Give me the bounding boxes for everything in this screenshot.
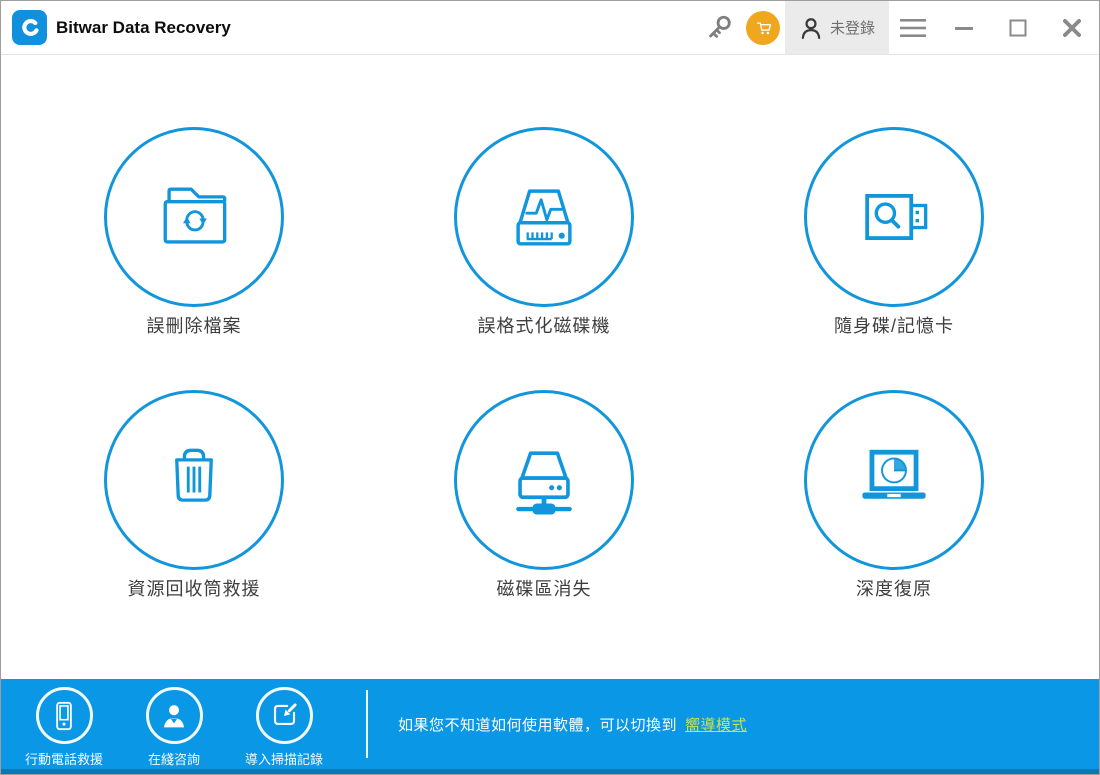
feature-recycle-bin[interactable]: 資源回收筒救援: [104, 390, 284, 602]
feature-label: 隨身碟/記憶卡: [833, 316, 954, 336]
action-import-scan[interactable]: 導入掃描記錄: [229, 687, 339, 768]
footer-divider: [366, 690, 368, 758]
app-title: Bitwar Data Recovery: [56, 17, 231, 37]
hamburger-icon[interactable]: [889, 1, 937, 54]
user-icon: [801, 17, 821, 39]
feature-formatted-drive[interactable]: 誤格式化磁碟機: [454, 127, 634, 339]
wizard-mode-link[interactable]: 嚮導模式: [685, 714, 747, 735]
laptop-pie-icon: [804, 390, 984, 570]
action-online-support[interactable]: 在綫咨詢: [119, 687, 229, 768]
action-mobile-rescue[interactable]: 行動電話救援: [9, 687, 119, 768]
footer-hint: 如果您不知道如何使用軟體，可以切換到 嚮導模式: [398, 679, 747, 769]
hint-text: 如果您不知道如何使用軟體，可以切換到: [398, 716, 678, 734]
action-label: 行動電話救援: [24, 752, 103, 767]
support-person-icon: [145, 687, 203, 744]
action-label: 導入掃描記錄: [244, 752, 323, 767]
feature-usb-memory-card[interactable]: 隨身碟/記憶卡: [804, 127, 984, 339]
folder-recycle-icon: [104, 127, 284, 307]
import-scan-icon: [255, 687, 313, 744]
maximize-icon[interactable]: [991, 1, 1045, 54]
trash-icon: [104, 390, 284, 570]
feature-label: 誤格式化磁碟機: [477, 316, 611, 336]
usb-search-icon: [804, 127, 984, 307]
feature-deleted-files[interactable]: 誤刪除檔案: [104, 127, 284, 339]
cart-circle: [746, 10, 780, 45]
login-button[interactable]: 未登錄: [785, 1, 889, 54]
key-icon[interactable]: [697, 1, 741, 54]
feature-label: 磁碟區消失: [496, 579, 592, 599]
action-label: 在綫咨詢: [147, 752, 200, 767]
feature-label: 資源回收筒救援: [127, 579, 261, 599]
feature-lost-partition[interactable]: 磁碟區消失: [454, 390, 634, 602]
titlebar: Bitwar Data Recovery 未登錄: [1, 1, 1099, 55]
app-logo-icon: [12, 10, 47, 45]
app-window: Bitwar Data Recovery 未登錄 誤刪除檔案 誤格式化磁碟機 隨…: [0, 0, 1100, 775]
close-icon[interactable]: [1045, 1, 1099, 54]
feature-label: 深度復原: [856, 579, 932, 599]
drive-network-icon: [454, 390, 634, 570]
feature-deep-recovery[interactable]: 深度復原: [804, 390, 984, 602]
minimize-icon[interactable]: [937, 1, 991, 54]
drive-pulse-icon: [454, 127, 634, 307]
recovery-mode-grid: 誤刪除檔案 誤格式化磁碟機 隨身碟/記憶卡 資源回收筒救援 磁碟區消失 深度復原: [1, 55, 1099, 680]
feature-label: 誤刪除檔案: [146, 316, 242, 336]
cart-icon[interactable]: [741, 1, 785, 54]
footer-bar: 行動電話救援 在綫咨詢 導入掃描記錄 如果您不知道如何使用軟體，可以切換到 嚮導…: [1, 679, 1099, 774]
login-status-label: 未登錄: [829, 20, 875, 37]
mobile-phone-icon: [35, 687, 93, 744]
